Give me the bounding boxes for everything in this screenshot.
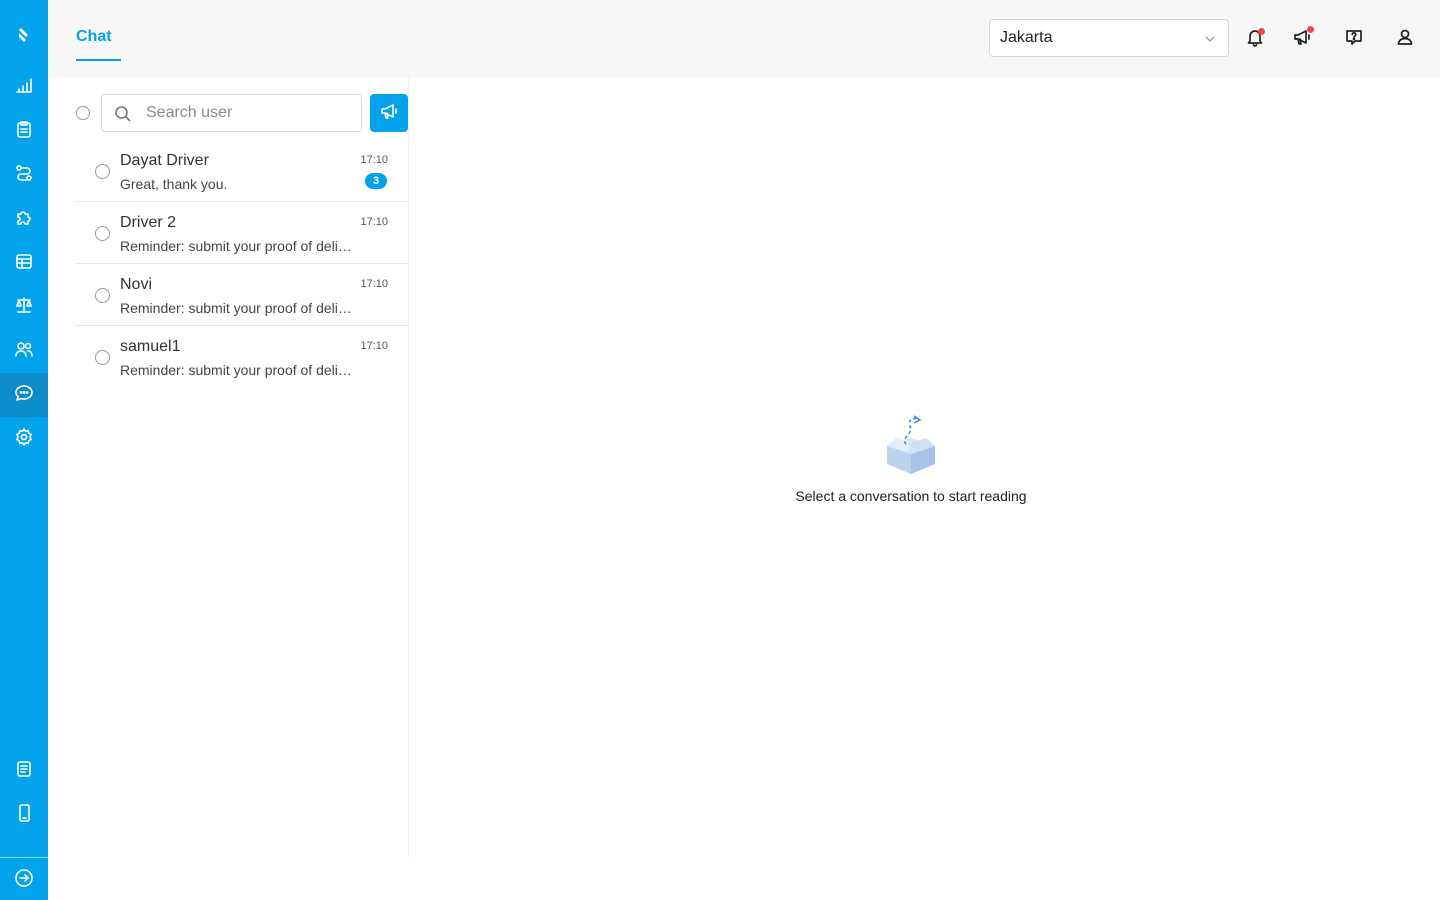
conversation-last-message: Great, thank you. xyxy=(120,176,228,192)
sidebar-item-mobile[interactable] xyxy=(0,793,48,837)
conversation-item[interactable]: Driver 2 Reminder: submit your proof of … xyxy=(75,202,408,264)
notifications-button[interactable] xyxy=(1242,26,1268,52)
unread-count-badge: 3 xyxy=(365,173,387,189)
phone-icon xyxy=(14,803,34,828)
conversation-name: samuel1 xyxy=(120,338,181,355)
chat-icon xyxy=(14,383,34,408)
database-icon xyxy=(14,251,34,276)
city-select[interactable]: Jakarta xyxy=(989,19,1229,57)
search-input[interactable] xyxy=(146,101,346,125)
chat-list-panel: Dayat Driver Great, thank you. 17:10 3 D… xyxy=(75,78,409,858)
conversation-last-message: Reminder: submit your proof of delivery … xyxy=(120,362,355,378)
conversation-list: Dayat Driver Great, thank you. 17:10 3 D… xyxy=(75,140,408,388)
chevron-down-icon xyxy=(1205,36,1215,42)
conversation-name: Dayat Driver xyxy=(120,152,209,169)
gear-icon xyxy=(14,427,34,452)
logo-icon[interactable] xyxy=(0,13,48,57)
empty-state-message: Select a conversation to start reading xyxy=(795,488,1027,504)
conversation-select-radio[interactable] xyxy=(95,226,110,241)
sidebar-item-routes[interactable] xyxy=(0,153,48,197)
tab-chat[interactable]: Chat xyxy=(76,28,112,46)
sidebar-item-pricing[interactable] xyxy=(0,285,48,329)
logout-icon xyxy=(14,868,34,893)
help-button[interactable] xyxy=(1341,26,1367,52)
announcement-dot xyxy=(1307,26,1314,33)
user-icon xyxy=(1395,27,1415,52)
chart-icon xyxy=(14,75,34,100)
empty-box-icon xyxy=(887,415,935,474)
conversation-item[interactable]: Dayat Driver Great, thank you. 17:10 3 xyxy=(75,140,408,202)
sidebar-item-analytics[interactable] xyxy=(0,65,48,109)
conversation-name: Novi xyxy=(120,276,153,293)
broadcast-button[interactable] xyxy=(370,94,408,132)
document-icon xyxy=(14,759,34,784)
conversation-select-radio[interactable] xyxy=(95,288,110,303)
clipboard-icon xyxy=(14,119,34,144)
sidebar-item-chat[interactable] xyxy=(0,373,48,417)
megaphone-icon xyxy=(379,101,399,126)
search-box[interactable] xyxy=(101,94,362,132)
conversation-time: 17:10 xyxy=(360,216,388,228)
sidebar-item-orders[interactable] xyxy=(0,109,48,153)
conversation-item[interactable]: Novi Reminder: submit your proof of deli… xyxy=(75,264,408,326)
sidebar xyxy=(0,0,48,900)
help-icon xyxy=(1344,27,1364,52)
city-select-value: Jakarta xyxy=(1000,29,1053,46)
conversation-time: 17:10 xyxy=(360,340,388,352)
puzzle-icon xyxy=(14,207,34,232)
sidebar-item-settings[interactable] xyxy=(0,417,48,461)
notification-dot xyxy=(1258,28,1265,35)
scale-icon xyxy=(14,295,34,320)
conversation-select-radio[interactable] xyxy=(95,164,110,179)
users-icon xyxy=(14,339,34,364)
announcements-button[interactable] xyxy=(1289,26,1315,52)
conversation-time: 17:10 xyxy=(360,154,388,166)
profile-button[interactable] xyxy=(1392,26,1418,52)
top-header: Chat Jakarta xyxy=(48,0,1440,78)
logout-button[interactable] xyxy=(0,858,48,900)
sidebar-item-docs[interactable] xyxy=(0,749,48,793)
sidebar-item-data[interactable] xyxy=(0,241,48,285)
route-icon xyxy=(14,163,34,188)
conversation-last-message: Reminder: submit your proof of delivery … xyxy=(120,238,355,254)
sidebar-item-users[interactable] xyxy=(0,329,48,373)
select-all-radio[interactable] xyxy=(76,106,90,120)
conversation-time: 17:10 xyxy=(360,278,388,290)
conversation-select-radio[interactable] xyxy=(95,350,110,365)
search-icon xyxy=(115,106,131,122)
conversation-name: Driver 2 xyxy=(120,214,177,231)
tab-active-indicator xyxy=(76,59,121,61)
conversation-item[interactable]: samuel1 Reminder: submit your proof of d… xyxy=(75,326,408,388)
sidebar-item-integrations[interactable] xyxy=(0,197,48,241)
conversation-last-message: Reminder: submit your proof of delivery … xyxy=(120,300,355,316)
